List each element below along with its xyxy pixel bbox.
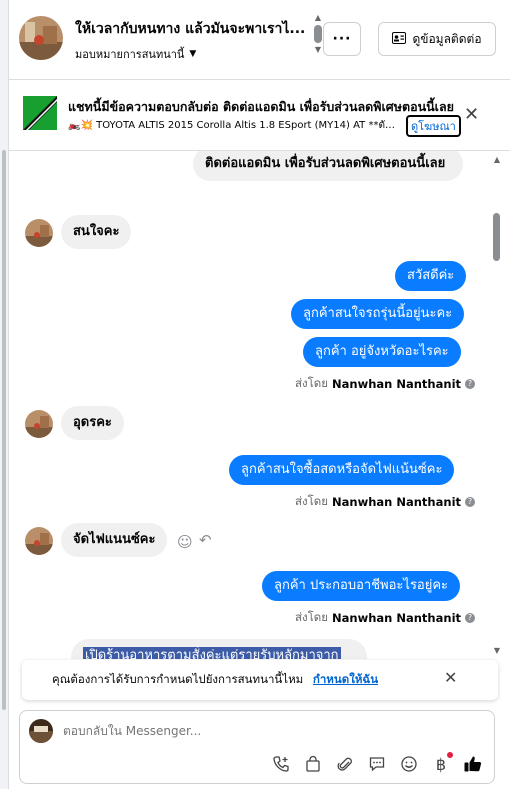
incoming-message: ติดต่อแอดมิน เพื่อรับส่วนลดพิเศษตอนนี้เล… xyxy=(193,151,463,181)
contact-avatar-small xyxy=(25,219,53,247)
outgoing-message: ลูกค้าสนใจซื้อสดหรือจัดไฟแน้นซ์คะ xyxy=(229,455,455,485)
saved-reply-icon[interactable] xyxy=(366,753,388,775)
ad-thumbnail xyxy=(23,96,57,130)
ad-reply-banner: แชทนี้มีข้อความตอบกลับต่อ ติดต่อแอดมิน เ… xyxy=(9,80,510,151)
shopping-bag-icon[interactable] xyxy=(302,753,324,775)
notice-message: คุณต้องการได้รับการกำหนดไปยังการสนทนานี้… xyxy=(52,672,304,686)
paperclip-icon[interactable] xyxy=(334,753,356,775)
outgoing-message: ลูกค้า อยู่จังหวัดอะไรคะ xyxy=(303,337,461,367)
contact-avatar-small xyxy=(25,410,53,438)
more-options-button[interactable]: ··· xyxy=(323,22,361,56)
contact-card-icon xyxy=(392,31,407,47)
sender-name: Nanwhan Nanthanit xyxy=(332,495,462,509)
phone-plus-icon[interactable] xyxy=(270,753,292,775)
arrow-up-icon[interactable]: ▲ xyxy=(492,155,502,164)
close-icon[interactable]: ✕ xyxy=(444,668,457,687)
sent-by-label: ส่งโดย Nanwhan Nanthanit ? xyxy=(295,609,476,627)
baht-payment-icon[interactable]: ฿ xyxy=(430,752,453,775)
react-emoji-icon[interactable]: ☺ xyxy=(177,533,193,551)
ad-title: แชทนี้มีข้อความตอบกลับต่อ ติดต่อแอดมิน เ… xyxy=(68,99,454,114)
sent-by-prefix: ส่งโดย xyxy=(295,494,329,508)
sent-by-label: ส่งโดย Nanwhan Nanthanit ? xyxy=(295,375,476,393)
sent-by-prefix: ส่งโดย xyxy=(295,376,329,390)
sender-name: Nanwhan Nanthanit xyxy=(332,377,462,391)
close-icon[interactable]: ✕ xyxy=(464,104,479,125)
title-scroll-thumb[interactable] xyxy=(314,25,322,43)
assignment-notice: คุณต้องการได้รับการกำหนดไปยังการสนทนานี้… xyxy=(22,660,498,700)
thread-header: ให้เวลากับหนทาง แล้วมันจะพาเราไ... มอบหม… xyxy=(9,0,510,80)
chat-scrollbar-thumb[interactable] xyxy=(493,213,500,261)
incoming-message: อุดรคะ xyxy=(61,406,124,440)
outgoing-message: ลูกค้าสนใจรถรุ่นนี้อยู่นะคะ xyxy=(291,299,465,329)
selected-text: เปิดร้านอาหารตามสั่งค่ะแต่รายรับหลักมาจา… xyxy=(83,647,341,659)
incoming-message: เปิดร้านอาหารตามสั่งค่ะแต่รายรับหลักมาจา… xyxy=(71,639,367,659)
assign-to-me-link[interactable]: กำหนดให้ฉัน xyxy=(313,672,378,686)
info-icon[interactable]: ? xyxy=(465,497,476,507)
arrow-up-icon[interactable]: ▲ xyxy=(312,14,324,22)
reply-arrow-icon[interactable]: ↶ xyxy=(199,531,212,549)
incoming-message: สนใจคะ xyxy=(61,215,132,249)
chat-scrollbar[interactable]: ▲ ▼ xyxy=(492,151,502,659)
ad-subtitle: 🏍️💥 TOYOTA ALTIS 2015 Corolla Altis 1.8 … xyxy=(68,120,398,131)
contact-avatar-small xyxy=(25,527,53,555)
notice-text: คุณต้องการได้รับการกำหนดไปยังการสนทนานี้… xyxy=(52,671,378,689)
page-avatar xyxy=(29,719,53,743)
arrow-down-icon[interactable]: ▼ xyxy=(492,646,502,655)
message-composer: ฿ xyxy=(19,710,495,784)
caret-down-icon: ▼ xyxy=(189,49,197,59)
view-ad-link[interactable]: ดูโฆษณา xyxy=(406,115,461,137)
thread-title: ให้เวลากับหนทาง แล้วมันจะพาเราไ... xyxy=(75,21,306,37)
thumbs-up-icon[interactable] xyxy=(462,753,484,775)
contact-avatar[interactable] xyxy=(19,16,63,60)
info-icon[interactable]: ? xyxy=(465,613,476,623)
outgoing-message: ลูกค้า ประกอบอาชีพอะไรอยู่คะ xyxy=(262,571,461,601)
info-icon[interactable]: ? xyxy=(465,379,476,389)
assign-conversation-dropdown[interactable]: มอบหมายการสนทนานี้ ▼ xyxy=(75,45,196,63)
composer-toolbar: ฿ xyxy=(270,752,484,775)
sent-by-prefix: ส่งโดย xyxy=(295,610,329,624)
assign-label: มอบหมายการสนทนานี้ xyxy=(75,48,185,61)
outgoing-message: สวัสดีค่ะ xyxy=(395,261,467,291)
incoming-message: จัดไฟแนนซ์คะ xyxy=(61,523,168,557)
emoji-icon[interactable] xyxy=(398,753,420,775)
left-scrollbar-thumb[interactable] xyxy=(2,150,6,710)
left-panel-edge xyxy=(0,0,9,789)
view-contact-label: ดูข้อมูลติดต่อ xyxy=(412,31,482,46)
message-thread[interactable]: ติดต่อแอดมิน เพื่อรับส่วนลดพิเศษตอนนี้เล… xyxy=(9,151,510,659)
view-contact-button[interactable]: ดูข้อมูลติดต่อ xyxy=(378,22,496,56)
notification-badge xyxy=(447,752,453,758)
sent-by-label: ส่งโดย Nanwhan Nanthanit ? xyxy=(295,493,476,511)
reply-input[interactable] xyxy=(63,721,363,741)
sender-name: Nanwhan Nanthanit xyxy=(332,611,462,625)
